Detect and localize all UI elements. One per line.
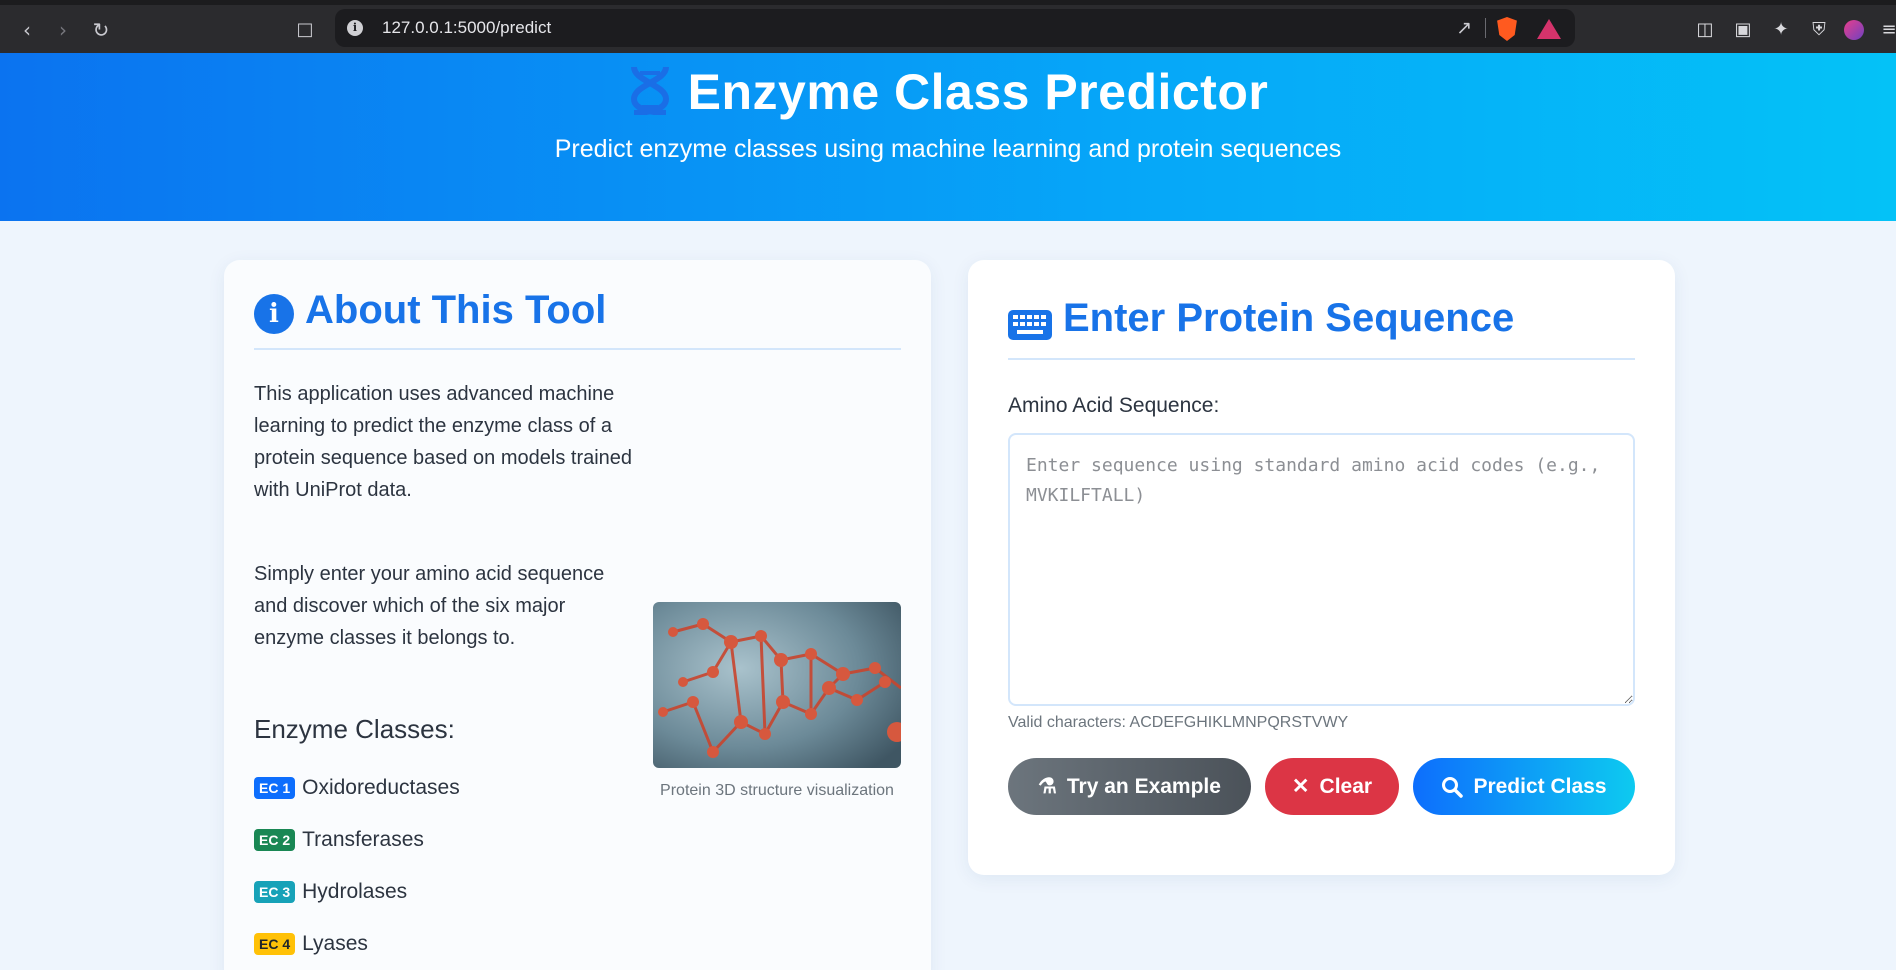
sequence-title: Enter Protein Sequence bbox=[1063, 296, 1515, 340]
about-card: i About This Tool This application uses … bbox=[224, 260, 931, 970]
list-item: EC 1 Oxidoreductases bbox=[254, 762, 460, 814]
clear-button[interactable]: ✕ Clear bbox=[1265, 758, 1399, 815]
browser-toolbar: ‹ › ↻ □ i 127.0.0.1:5000/predict ↗ ◫ ▣ ✦… bbox=[0, 0, 1896, 53]
image-caption: Protein 3D structure visualization bbox=[660, 782, 894, 799]
ec-badge: EC 2 bbox=[254, 829, 296, 851]
enzyme-class-name: Hydrolases bbox=[302, 880, 408, 903]
page-header: Enzyme Class Predictor Predict enzyme cl… bbox=[0, 53, 1896, 221]
brave-rewards-icon[interactable] bbox=[1537, 19, 1561, 39]
reload-icon[interactable]: ↻ bbox=[88, 17, 114, 43]
page-subtitle: Predict enzyme classes using machine lea… bbox=[554, 135, 1342, 163]
close-icon: ✕ bbox=[1291, 775, 1310, 798]
enzyme-class-name: Transferases bbox=[302, 828, 424, 851]
vpn-icon[interactable]: ⛨ bbox=[1808, 19, 1830, 41]
sidebar-icon[interactable]: ◫ bbox=[1694, 19, 1716, 41]
sequence-input[interactable] bbox=[1008, 433, 1635, 706]
forward-icon[interactable]: › bbox=[50, 17, 76, 43]
about-title: About This Tool bbox=[305, 288, 607, 332]
profile-avatar[interactable] bbox=[1844, 20, 1864, 40]
wallet-icon[interactable]: ▣ bbox=[1732, 19, 1754, 41]
enzyme-classes-list: EC 1 Oxidoreductases EC 2 Transferases E… bbox=[254, 762, 460, 970]
protein-structure-image bbox=[653, 602, 901, 768]
leo-ai-icon[interactable]: ✦ bbox=[1770, 19, 1792, 41]
about-paragraph-1: This application uses advanced machine l… bbox=[254, 383, 633, 501]
page-title: Enzyme Class Predictor bbox=[687, 64, 1269, 120]
brave-shields-icon[interactable] bbox=[1497, 17, 1517, 41]
search-icon bbox=[1442, 776, 1464, 798]
ec-badge: EC 3 bbox=[254, 881, 296, 903]
enzyme-class-name: Lyases bbox=[302, 932, 368, 955]
about-divider bbox=[254, 348, 901, 350]
dna-icon bbox=[630, 66, 669, 115]
info-icon: i bbox=[254, 294, 294, 334]
address-bar[interactable]: i 127.0.0.1:5000/predict ↗ bbox=[335, 9, 1575, 47]
page-title-row: Enzyme Class Predictor bbox=[0, 63, 1896, 121]
sequence-divider bbox=[1008, 358, 1635, 360]
list-item: EC 4 Lyases bbox=[254, 918, 460, 970]
back-icon[interactable]: ‹ bbox=[14, 17, 40, 43]
try-example-label: Try an Example bbox=[1066, 774, 1221, 798]
menu-icon[interactable]: ≡ bbox=[1878, 19, 1896, 41]
bookmark-icon[interactable]: □ bbox=[292, 17, 318, 43]
sequence-label: Amino Acid Sequence: bbox=[1008, 394, 1220, 417]
keyboard-icon bbox=[1008, 310, 1052, 340]
divider bbox=[1485, 18, 1486, 38]
ec-badge: EC 1 bbox=[254, 777, 296, 799]
share-icon[interactable]: ↗ bbox=[1456, 17, 1472, 39]
clear-label: Clear bbox=[1319, 774, 1373, 798]
predict-button[interactable]: Predict Class bbox=[1413, 758, 1635, 815]
sequence-card: Enter Protein Sequence Amino Acid Sequen… bbox=[968, 260, 1675, 875]
list-item: EC 2 Transferases bbox=[254, 814, 460, 866]
flask-icon: ⚗ bbox=[1038, 775, 1057, 798]
ec-badge: EC 4 bbox=[254, 933, 296, 955]
enzyme-class-name: Oxidoreductases bbox=[302, 776, 460, 799]
try-example-button[interactable]: ⚗ Try an Example bbox=[1008, 758, 1251, 815]
enzyme-classes-heading: Enzyme Classes: bbox=[254, 714, 455, 744]
about-paragraph-2: Simply enter your amino acid sequence an… bbox=[254, 563, 605, 649]
predict-label: Predict Class bbox=[1473, 774, 1607, 798]
url-text[interactable]: 127.0.0.1:5000/predict bbox=[382, 18, 551, 38]
valid-characters-hint: Valid characters: ACDEFGHIKLMNPQRSTVWY bbox=[1008, 714, 1349, 731]
site-info-icon[interactable]: i bbox=[347, 20, 363, 36]
list-item: EC 3 Hydrolases bbox=[254, 866, 460, 918]
